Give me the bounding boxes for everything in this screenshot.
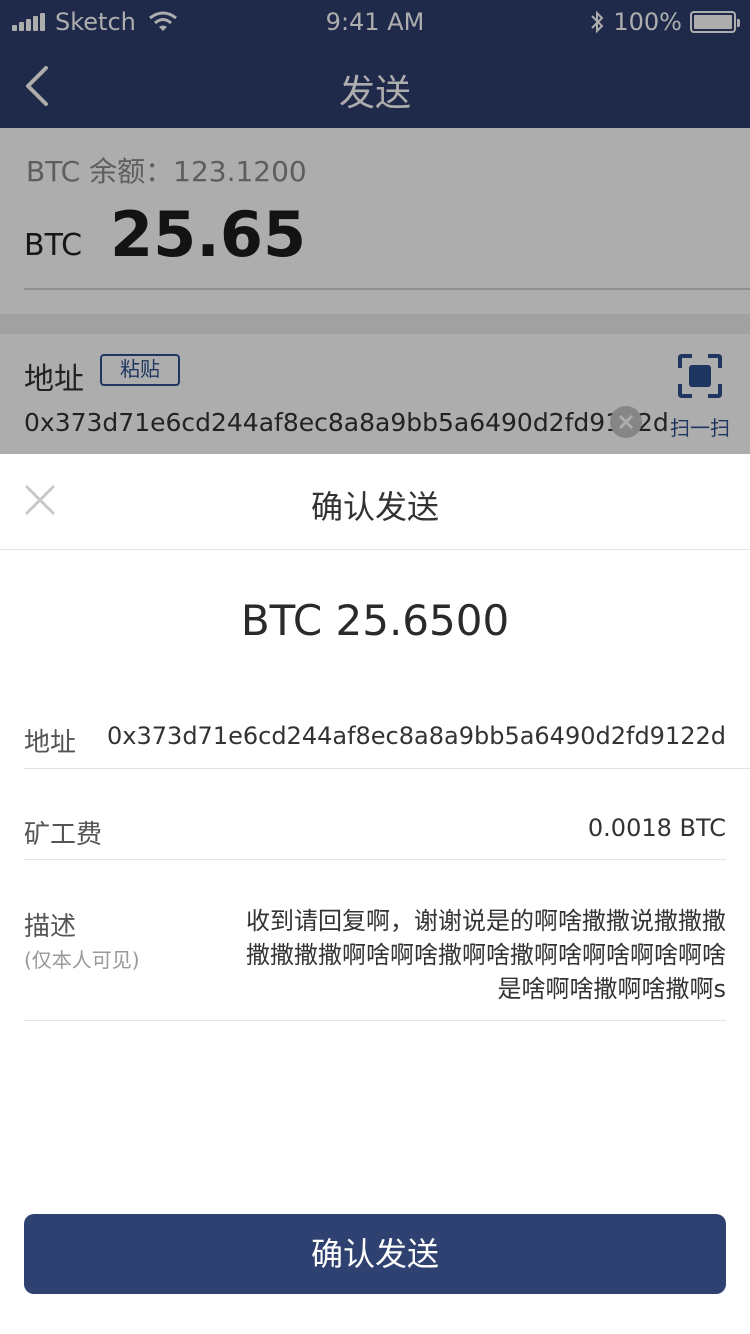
confirm-send-sheet: 确认发送 BTC 25.6500 地址 0x373d71e6cd244af8ec…: [0, 454, 750, 1334]
modal-backdrop-top: [0, 0, 750, 128]
address-row-value: 0x373d71e6cd244af8ec8a8a9bb5a6490d2fd912…: [107, 722, 726, 750]
send-amount: BTC 25.6500: [240, 596, 510, 645]
sheet-header: 确认发送: [0, 454, 750, 550]
description-row-value: 收到请回复啊，谢谢说是的啊啥撒撒说撒撒撒撒撒撒撒啊啥啊啥撒啊啥撒啊啥啊啥啊啥啊啥…: [246, 907, 726, 1003]
description-row-label: 描述: [24, 912, 77, 942]
modal-backdrop[interactable]: [0, 128, 750, 454]
divider: [24, 768, 750, 769]
sheet-title: 确认发送: [310, 488, 439, 526]
address-row-label: 地址: [24, 728, 77, 758]
divider: [24, 1020, 726, 1021]
fee-row-value: 0.0018 BTC: [587, 814, 726, 842]
confirm-send-button[interactable]: 确认发送: [24, 1214, 726, 1294]
description-row-hint: (仅本人可见): [24, 948, 140, 972]
divider: [24, 859, 726, 860]
fee-row-label: 矿工费: [24, 820, 103, 850]
